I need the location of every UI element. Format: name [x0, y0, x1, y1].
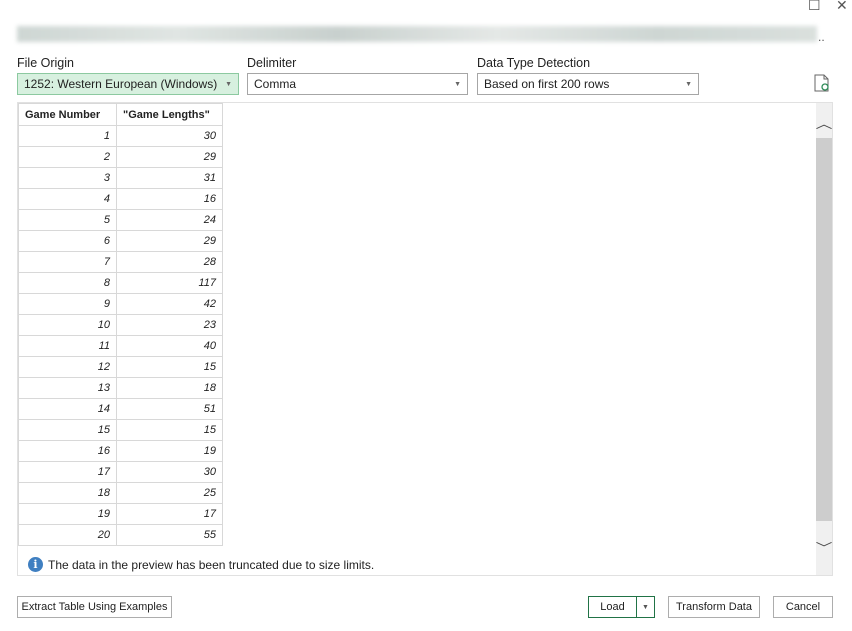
refresh-file-icon	[814, 74, 829, 92]
refresh-preview-button[interactable]	[814, 74, 830, 95]
game-length-cell: 51	[116, 398, 223, 420]
transform-data-button[interactable]: Transform Data	[668, 596, 760, 618]
table-header-row: Game Number "Game Lengths"	[18, 103, 223, 126]
game-length-cell: 117	[116, 272, 223, 294]
preview-panel: Game Number "Game Lengths" 1 30 2 29 3 31 4 16 5…	[17, 102, 833, 576]
game-number-cell: 12	[18, 356, 117, 378]
scrollbar-thumb[interactable]	[816, 138, 832, 521]
game-length-cell: 24	[116, 209, 223, 231]
game-number-cell: 14	[18, 398, 117, 420]
game-length-cell: 55	[116, 524, 223, 546]
close-button[interactable]: ✕	[836, 0, 848, 14]
game-length-cell: 30	[116, 461, 223, 483]
column-header: "Game Lengths"	[116, 103, 223, 126]
extract-table-button[interactable]: Extract Table Using Examples	[17, 596, 172, 618]
game-length-cell: 30	[116, 125, 223, 147]
game-length-cell: 42	[116, 293, 223, 315]
chevron-down-icon: ▼	[225, 80, 232, 88]
game-length-cell: 28	[116, 251, 223, 273]
source-ellipsis: ..	[818, 30, 825, 44]
game-length-cell: 19	[116, 440, 223, 462]
table-row: 13 18	[18, 377, 223, 399]
game-length-cell: 31	[116, 167, 223, 189]
game-length-cell: 25	[116, 482, 223, 504]
game-length-cell: 17	[116, 503, 223, 525]
file-origin-value: 1252: Western European (Windows)	[24, 77, 218, 91]
game-length-cell: 29	[116, 146, 223, 168]
table-row: 19 17	[18, 503, 223, 525]
column-header: Game Number	[18, 103, 117, 126]
game-number-cell: 13	[18, 377, 117, 399]
vertical-scrollbar[interactable]: ︿ ﹀	[816, 103, 832, 575]
table-row: 6 29	[18, 230, 223, 252]
table-row: 15 15	[18, 419, 223, 441]
source-url-blurred	[17, 26, 817, 42]
game-number-cell: 8	[18, 272, 117, 294]
game-length-cell: 15	[116, 419, 223, 441]
game-number-cell: 16	[18, 440, 117, 462]
game-number-cell: 1	[18, 125, 117, 147]
delimiter-value: Comma	[254, 77, 297, 91]
game-number-cell: 5	[18, 209, 117, 231]
table-row: 8 117	[18, 272, 223, 294]
scroll-up-icon[interactable]: ︿	[816, 115, 833, 132]
game-number-cell: 15	[18, 419, 117, 441]
data-type-detection-value: Based on first 200 rows	[484, 77, 610, 91]
truncation-notice: i The data in the preview has been trunc…	[28, 557, 374, 572]
truncation-notice-text: The data in the preview has been truncat…	[48, 557, 375, 572]
table-row: 11 40	[18, 335, 223, 357]
game-number-cell: 18	[18, 482, 117, 504]
table-row: 20 55	[18, 524, 223, 546]
table-row: 16 19	[18, 440, 223, 462]
game-number-cell: 7	[18, 251, 117, 273]
load-button[interactable]: Load	[589, 597, 637, 617]
game-length-cell: 18	[116, 377, 223, 399]
game-number-cell: 6	[18, 230, 117, 252]
table-row: 4 16	[18, 188, 223, 210]
game-number-cell: 19	[18, 503, 117, 525]
game-number-cell: 11	[18, 335, 117, 357]
table-row: 9 42	[18, 293, 223, 315]
data-type-detection-select[interactable]: Based on first 200 rows ▼	[477, 73, 699, 95]
delimiter-label: Delimiter	[247, 56, 297, 70]
maximize-button[interactable]: ☐	[808, 0, 821, 14]
table-row: 2 29	[18, 146, 223, 168]
game-number-cell: 4	[18, 188, 117, 210]
table-row: 12 15	[18, 356, 223, 378]
table-row: 17 30	[18, 461, 223, 483]
game-length-cell: 40	[116, 335, 223, 357]
table-row: 14 51	[18, 398, 223, 420]
game-length-cell: 15	[116, 356, 223, 378]
load-split-button[interactable]: Load ▼	[588, 596, 655, 618]
table-row: 18 25	[18, 482, 223, 504]
preview-table: Game Number "Game Lengths" 1 30 2 29 3 31 4 16 5…	[18, 103, 223, 546]
delimiter-select[interactable]: Comma ▼	[247, 73, 468, 95]
game-number-cell: 2	[18, 146, 117, 168]
game-number-cell: 10	[18, 314, 117, 336]
table-row: 10 23	[18, 314, 223, 336]
table-row: 3 31	[18, 167, 223, 189]
game-number-cell: 3	[18, 167, 117, 189]
data-type-detection-label: Data Type Detection	[477, 56, 591, 70]
game-length-cell: 16	[116, 188, 223, 210]
chevron-down-icon: ▼	[454, 80, 461, 88]
game-number-cell: 9	[18, 293, 117, 315]
info-icon: i	[28, 557, 43, 572]
load-dropdown-icon[interactable]: ▼	[637, 604, 654, 611]
game-length-cell: 23	[116, 314, 223, 336]
file-origin-select[interactable]: 1252: Western European (Windows) ▼	[17, 73, 239, 95]
cancel-button[interactable]: Cancel	[773, 596, 833, 618]
game-length-cell: 29	[116, 230, 223, 252]
table-row: 5 24	[18, 209, 223, 231]
table-row: 7 28	[18, 251, 223, 273]
scroll-down-icon[interactable]: ﹀	[816, 539, 833, 556]
game-number-cell: 17	[18, 461, 117, 483]
table-row: 1 30	[18, 125, 223, 147]
chevron-down-icon: ▼	[685, 80, 692, 88]
game-number-cell: 20	[18, 524, 117, 546]
file-origin-label: File Origin	[17, 56, 74, 70]
